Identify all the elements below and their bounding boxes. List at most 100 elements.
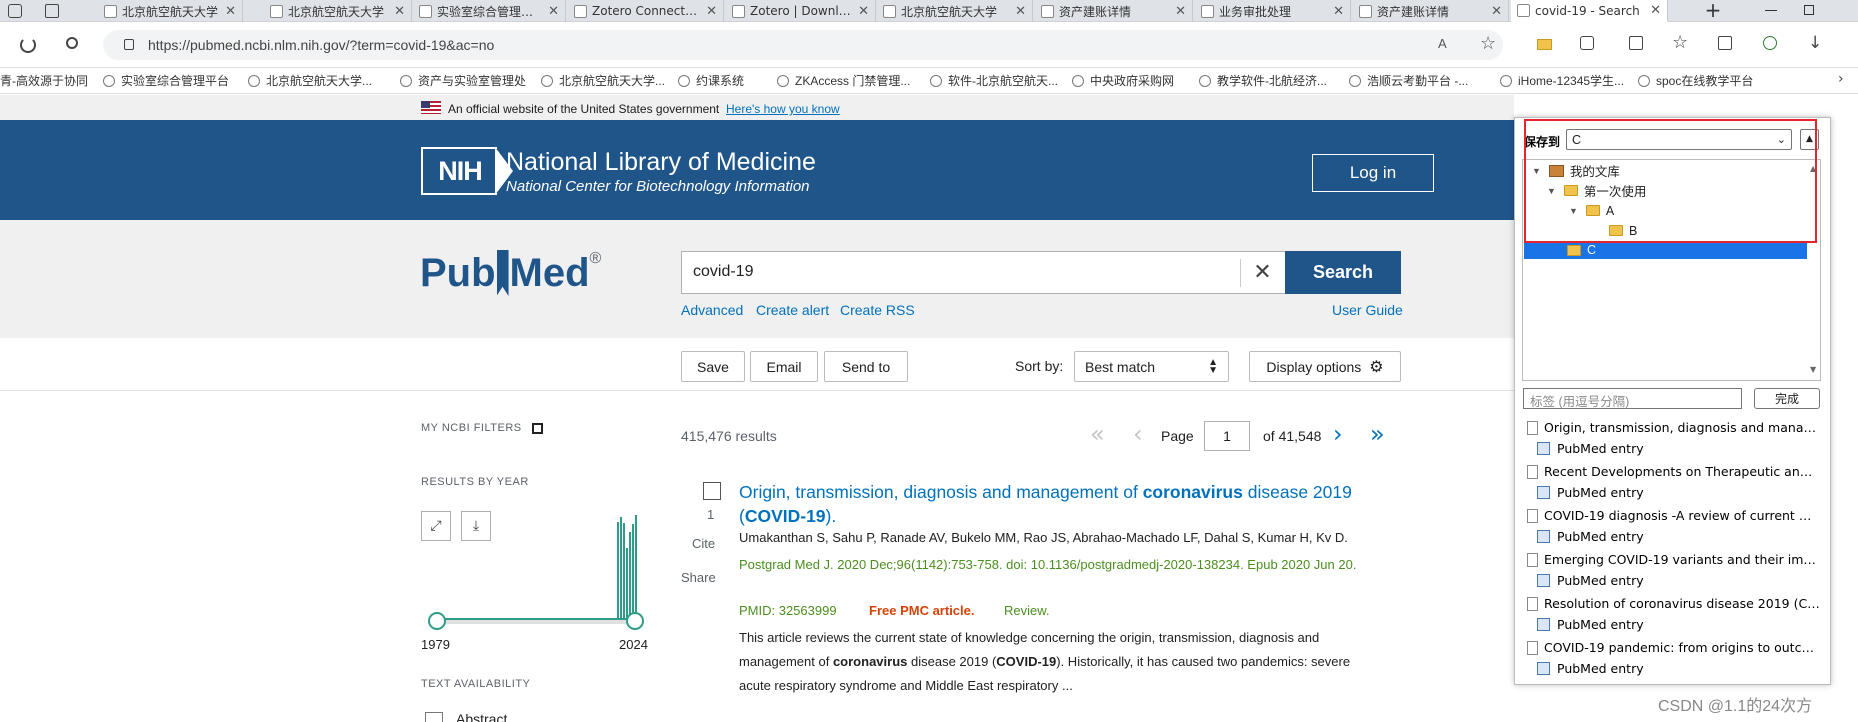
result-title[interactable]: Origin, transmission, diagnosis and mana…: [739, 480, 1399, 528]
tab-0[interactable]: 北京航空航天大学 ✕: [98, 0, 243, 22]
zotero-item[interactable]: Emerging COVID-19 variants and their imp…: [1527, 552, 1821, 588]
bookmark-item[interactable]: ZKAccess 门禁管理...: [777, 72, 910, 89]
login-button[interactable]: Log in: [1312, 154, 1434, 192]
tab-close-icon[interactable]: ✕: [225, 4, 236, 19]
tab-9[interactable]: covid-19 - Search ✕: [1511, 0, 1668, 22]
search-icon[interactable]: [66, 37, 78, 49]
tab-4[interactable]: Zotero | Downloads ✕: [726, 0, 876, 22]
search-query-text[interactable]: covid-19: [693, 263, 753, 281]
bookmark-favicon-icon: [930, 74, 942, 87]
tab-close-icon[interactable]: ✕: [1175, 4, 1186, 19]
search-input[interactable]: [681, 251, 1285, 294]
tab-8[interactable]: 资产建账详情 ✕: [1353, 0, 1509, 22]
create-rss-link[interactable]: Create RSS: [840, 302, 915, 318]
bookmark-item[interactable]: 北京航空航天大学...: [541, 72, 665, 89]
bookmarks-overflow-icon[interactable]: ›: [1838, 71, 1844, 87]
vpn-icon[interactable]: [1763, 36, 1777, 50]
bookmark-item[interactable]: spoc在线教学平台: [1638, 72, 1753, 89]
zotero-folder-icon[interactable]: [1537, 39, 1552, 50]
search-button[interactable]: Search: [1285, 251, 1401, 294]
bookmark-item[interactable]: 浩顺云考勤平台 -...: [1349, 72, 1468, 89]
minimize-button[interactable]: [1765, 10, 1777, 11]
tab-close-icon[interactable]: ✕: [1015, 4, 1026, 19]
zotero-item[interactable]: Origin, transmission, diagnosis and mana…: [1527, 420, 1821, 456]
reload-icon[interactable]: [20, 37, 36, 53]
bookmark-label: 北京航空航天大学...: [266, 74, 373, 88]
read-aloud-icon[interactable]: A: [1438, 36, 1447, 51]
nih-logo[interactable]: NIH: [421, 147, 497, 195]
tab-close-icon[interactable]: ✕: [1650, 3, 1661, 18]
send-to-button[interactable]: Send to: [824, 351, 908, 382]
tab-1[interactable]: 北京航空航天大学 ✕: [264, 0, 412, 22]
favorites-icon[interactable]: ☆: [1672, 32, 1688, 53]
zotero-item[interactable]: COVID-19 pandemic: from origins to outco…: [1527, 640, 1821, 676]
bookmark-item[interactable]: 资产与实验室管理处: [400, 72, 526, 89]
clear-search-icon[interactable]: ✕: [1240, 259, 1284, 287]
tab-5[interactable]: 北京航空航天大学 ✕: [877, 0, 1033, 22]
previous-page-icon[interactable]: ‹: [1133, 420, 1143, 448]
bookmark-item[interactable]: 青-高效源于协同: [0, 72, 88, 89]
lock-icon[interactable]: [124, 39, 134, 50]
cite-link[interactable]: Cite: [692, 536, 715, 551]
result-journal: Postgrad Med J. 2020 Dec;96(1142):753-75…: [739, 557, 1357, 572]
done-button[interactable]: 完成: [1754, 388, 1820, 409]
bookmark-item[interactable]: 约课系统: [678, 72, 744, 89]
bookmark-item[interactable]: 北京航空航天大学...: [248, 72, 372, 89]
tab-close-icon[interactable]: ✕: [548, 4, 559, 19]
tab-7[interactable]: 业务审批处理 ✕: [1195, 0, 1351, 22]
new-tab-button[interactable]: +: [1702, 0, 1724, 22]
next-page-icon[interactable]: ›: [1333, 420, 1343, 448]
document-icon: [1527, 508, 1538, 523]
tab-2[interactable]: 实验室综合管理平台 ✕: [413, 0, 566, 22]
zotero-item[interactable]: COVID-19 diagnosis -A review of current …: [1527, 508, 1821, 544]
collections-icon[interactable]: [1718, 36, 1732, 50]
display-options-button[interactable]: Display options ⚙: [1249, 351, 1401, 382]
tab-close-icon[interactable]: ✕: [1333, 4, 1344, 19]
user-guide-link[interactable]: User Guide: [1332, 302, 1403, 318]
tree-scrollbar-down-icon[interactable]: ▼: [1810, 365, 1816, 374]
pubmed-logo[interactable]: Pub Med ®: [420, 250, 601, 296]
create-alert-link[interactable]: Create alert: [756, 302, 829, 318]
tab-6[interactable]: 资产建账详情 ✕: [1035, 0, 1193, 22]
bookmark-item[interactable]: 教学软件-北航经济...: [1199, 72, 1327, 89]
split-screen-icon[interactable]: [1629, 36, 1643, 50]
year-slider-start-handle[interactable]: [428, 612, 446, 630]
zotero-item[interactable]: Resolution of coronavirus disease 2019 (…: [1527, 596, 1821, 632]
downloads-icon[interactable]: ↓: [1808, 33, 1822, 53]
advanced-link[interactable]: Advanced: [681, 302, 743, 318]
page-number-input[interactable]: 1: [1204, 421, 1250, 451]
workspaces-icon[interactable]: [8, 4, 22, 18]
bookmark-item[interactable]: 实验室综合管理平台: [103, 72, 229, 89]
sort-select[interactable]: Best match ▲ ▼: [1074, 351, 1229, 382]
result-select-checkbox[interactable]: [703, 482, 721, 500]
year-slider-track[interactable]: [436, 618, 636, 624]
email-button[interactable]: Email: [750, 351, 818, 382]
tab-close-icon[interactable]: ✕: [1491, 4, 1502, 19]
tab-close-icon[interactable]: ✕: [706, 4, 717, 19]
tree-item-c-selected[interactable]: C: [1524, 241, 1807, 259]
tab-close-icon[interactable]: ✕: [394, 4, 405, 19]
url-text[interactable]: https://pubmed.ncbi.nlm.nih.gov/?term=co…: [148, 37, 494, 53]
tab-close-icon[interactable]: ✕: [858, 4, 869, 19]
gov-banner-link[interactable]: Here's how you know: [726, 102, 840, 116]
my-ncbi-filters-heading[interactable]: MY NCBI FILTERS: [421, 422, 543, 434]
first-page-icon[interactable]: «: [1090, 420, 1105, 448]
tab-actions-icon[interactable]: [45, 4, 59, 18]
abstract-label[interactable]: Abstract: [456, 711, 507, 722]
maximize-button[interactable]: [1804, 5, 1814, 15]
tab-3[interactable]: Zotero Connectors ✕: [568, 0, 724, 22]
year-histogram[interactable]: [421, 510, 651, 626]
abstract-checkbox[interactable]: [425, 712, 443, 722]
save-button[interactable]: Save: [681, 351, 745, 382]
extensions-icon[interactable]: [1580, 36, 1594, 50]
bookmark-item[interactable]: 软件-北京航空航天...: [930, 72, 1058, 89]
year-slider-end-handle[interactable]: [626, 612, 644, 630]
last-page-icon[interactable]: »: [1370, 420, 1385, 448]
bookmark-item[interactable]: 中央政府采购网: [1072, 72, 1174, 89]
bookmark-item[interactable]: iHome-12345学生...: [1500, 72, 1624, 89]
tags-input-placeholder: 标签 (用逗号分隔): [1530, 395, 1630, 409]
tags-input[interactable]: 标签 (用逗号分隔): [1523, 388, 1742, 409]
favorite-star-icon[interactable]: ☆: [1480, 33, 1496, 54]
zotero-item[interactable]: Recent Developments on Therapeutic and D…: [1527, 464, 1821, 500]
share-link[interactable]: Share: [681, 570, 716, 585]
